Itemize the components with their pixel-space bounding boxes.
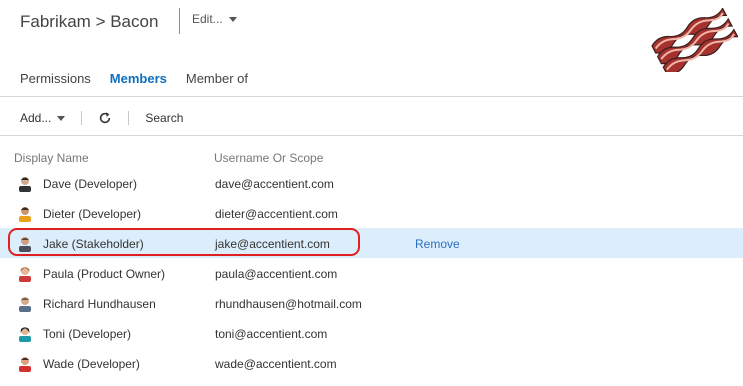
avatar-icon bbox=[19, 297, 31, 312]
edit-label: Edit... bbox=[192, 12, 223, 26]
member-username: paula@accentient.com bbox=[215, 267, 338, 281]
page-title: Fabrikam > Bacon bbox=[20, 12, 159, 31]
chevron-down-icon bbox=[228, 16, 237, 22]
remove-member-link[interactable]: Remove bbox=[415, 237, 460, 251]
highlight-outline bbox=[8, 228, 360, 256]
column-header-display-name[interactable]: Display Name bbox=[14, 151, 89, 165]
title-divider bbox=[179, 8, 180, 34]
tabs-divider bbox=[0, 96, 743, 97]
member-display-name: Toni (Developer) bbox=[43, 327, 132, 341]
avatar-icon bbox=[19, 357, 31, 372]
member-display-name: Richard Hundhausen bbox=[43, 297, 156, 311]
member-display-name: Dieter (Developer) bbox=[43, 207, 142, 221]
tab-bar: Permissions Members Member of bbox=[20, 71, 248, 86]
table-row[interactable]: Toni (Developer) toni@accentient.com bbox=[0, 318, 743, 348]
table-row[interactable]: Dave (Developer) dave@accentient.com bbox=[0, 168, 743, 198]
chevron-down-icon bbox=[57, 115, 66, 121]
toolbar-divider bbox=[81, 111, 83, 125]
add-menu-button[interactable]: Add... bbox=[20, 111, 66, 125]
member-display-name: Dave (Developer) bbox=[43, 177, 138, 191]
member-username: dieter@accentient.com bbox=[215, 207, 338, 221]
table-row[interactable]: Dieter (Developer) dieter@accentient.com bbox=[0, 198, 743, 228]
member-display-name: Wade (Developer) bbox=[43, 357, 140, 371]
avatar-icon bbox=[19, 177, 31, 192]
member-username: rhundhausen@hotmail.com bbox=[215, 297, 362, 311]
table-row[interactable]: Paula (Product Owner) paula@accentient.c… bbox=[0, 258, 743, 288]
member-username: dave@accentient.com bbox=[215, 177, 334, 191]
refresh-icon[interactable] bbox=[98, 111, 112, 125]
add-label: Add... bbox=[20, 111, 52, 125]
toolbar-divider-line bbox=[0, 135, 743, 136]
column-header-username[interactable]: Username Or Scope bbox=[214, 151, 323, 165]
tab-members[interactable]: Members bbox=[110, 71, 167, 86]
search-button[interactable]: Search bbox=[145, 111, 183, 125]
avatar-icon bbox=[19, 207, 31, 222]
toolbar-divider bbox=[128, 111, 130, 125]
avatar-icon bbox=[19, 327, 31, 342]
edit-menu-button[interactable]: Edit... bbox=[192, 12, 237, 26]
toolbar: Add... Search bbox=[20, 108, 183, 128]
bacon-logo-icon bbox=[651, 8, 738, 72]
member-display-name: Paula (Product Owner) bbox=[43, 267, 166, 281]
search-label: Search bbox=[145, 111, 184, 125]
tab-member-of[interactable]: Member of bbox=[186, 71, 248, 86]
avatar-icon bbox=[19, 267, 31, 282]
tab-permissions[interactable]: Permissions bbox=[20, 71, 91, 86]
table-row[interactable]: Richard Hundhausen rhundhausen@hotmail.c… bbox=[0, 288, 743, 318]
member-username: wade@accentient.com bbox=[215, 357, 337, 371]
table-row[interactable]: Wade (Developer) wade@accentient.com bbox=[0, 348, 743, 378]
member-username: toni@accentient.com bbox=[215, 327, 328, 341]
